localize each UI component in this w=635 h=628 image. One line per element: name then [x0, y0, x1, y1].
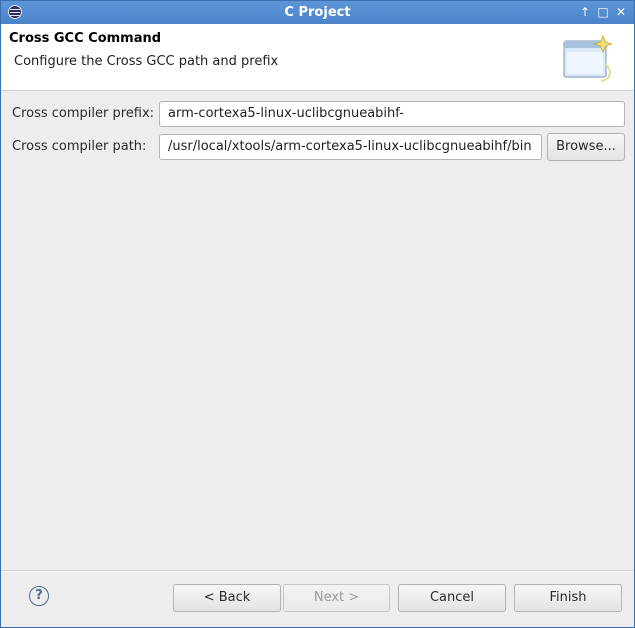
dialog-window: C Project ↑ □ ✕ Cross GCC Command Config… [0, 0, 635, 628]
page-title: Cross GCC Command [9, 31, 162, 46]
prefix-label: Cross compiler prefix: [12, 106, 155, 121]
close-button[interactable]: ✕ [613, 4, 629, 20]
prefix-input[interactable]: arm-cortexa5-linux-uclibcgnueabihf- [159, 101, 625, 127]
finish-button[interactable]: Finish [514, 584, 622, 612]
minimize-button[interactable]: ↑ [577, 4, 593, 20]
window-title: C Project [284, 5, 351, 20]
title-bar[interactable]: C Project ↑ □ ✕ [1, 1, 634, 24]
wizard-banner-icon [563, 34, 613, 82]
help-icon[interactable]: ? [29, 586, 49, 606]
cancel-button[interactable]: Cancel [398, 584, 506, 612]
back-button[interactable]: < Back [173, 584, 281, 612]
next-button: Next > [283, 584, 390, 612]
browse-button[interactable]: Browse... [547, 133, 625, 161]
wizard-banner: Cross GCC Command Configure the Cross GC… [1, 24, 634, 91]
maximize-button[interactable]: □ [595, 4, 611, 20]
page-description: Configure the Cross GCC path and prefix [14, 54, 279, 69]
path-input[interactable]: /usr/local/xtools/arm-cortexa5-linux-ucl… [159, 134, 542, 160]
path-label: Cross compiler path: [12, 139, 147, 154]
footer-separator [1, 570, 634, 572]
